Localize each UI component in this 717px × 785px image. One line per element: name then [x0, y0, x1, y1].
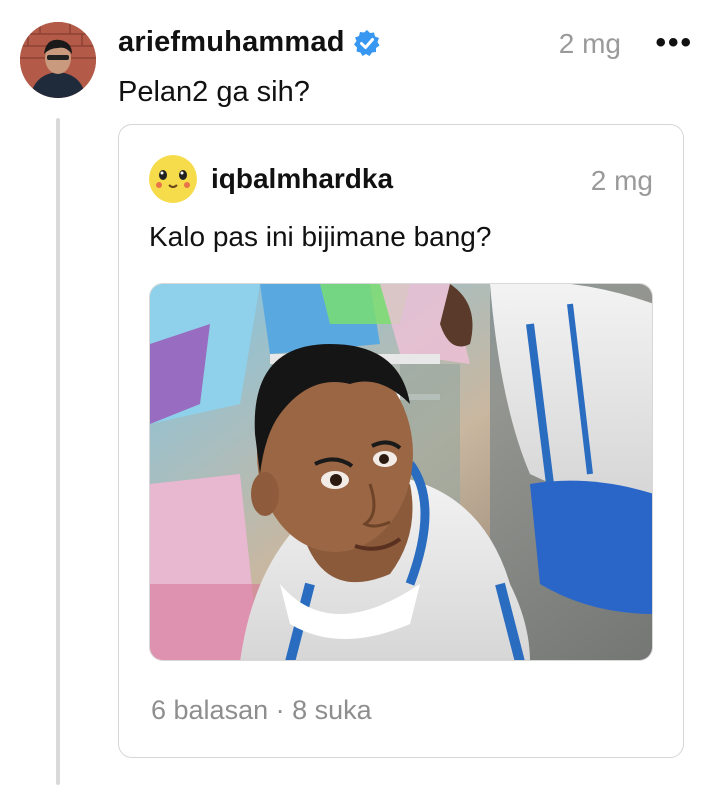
replies-count-link[interactable]: 6 balasan [151, 695, 268, 725]
post-timestamp: 2 mg [558, 28, 621, 59]
quoted-post-photo[interactable] [149, 283, 653, 661]
author-username[interactable]: ariefmuhammad [118, 26, 381, 59]
quoted-author-avatar[interactable] [149, 155, 197, 203]
likes-count-link[interactable]: 8 suka [292, 695, 372, 725]
stats-separator: · [275, 695, 285, 725]
thread-line [56, 118, 60, 785]
verified-badge-icon [353, 29, 380, 56]
author-username-text[interactable]: ariefmuhammad [118, 26, 345, 59]
quoted-timestamp: 2 mg [590, 165, 653, 196]
quoted-author-username[interactable]: iqbalmhardka [211, 163, 393, 195]
quoted-post-stats: 6 balasan · 8 suka [151, 695, 372, 726]
quoted-post-card[interactable]: iqbalmhardka 2 mg Kalo pas ini bijimane … [118, 124, 684, 758]
thread-post: ariefmuhammad 2 mg ••• Pelan2 ga sih? iq… [0, 0, 717, 785]
more-options-icon[interactable]: ••• [655, 26, 693, 60]
post-caption: Pelan2 ga sih? [118, 76, 310, 108]
author-avatar[interactable] [20, 22, 96, 98]
quoted-post-text: Kalo pas ini bijimane bang? [149, 221, 492, 252]
